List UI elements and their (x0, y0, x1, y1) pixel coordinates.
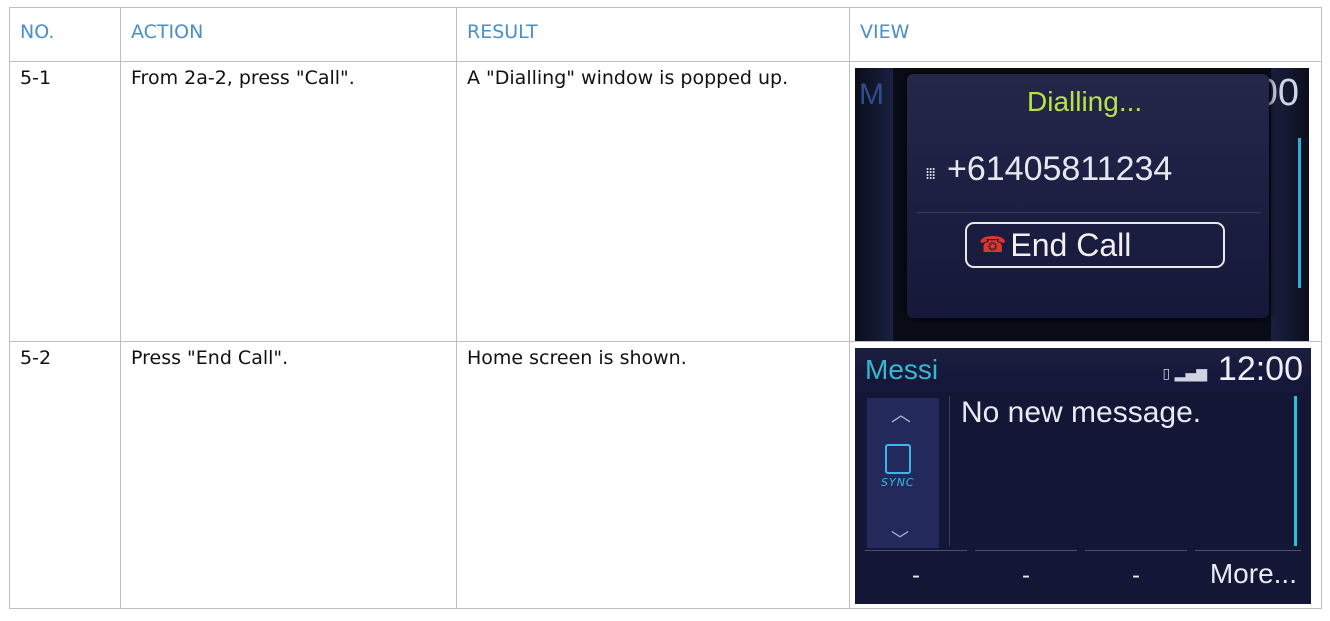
background-app-letter: M (859, 78, 884, 111)
header-action: ACTION (120, 7, 457, 62)
header-view: VIEW (849, 7, 1322, 62)
app-title: Messi (865, 354, 939, 385)
header-no: NO. (9, 7, 121, 62)
softkey-bar: - - - More... (861, 550, 1305, 596)
softkey-2[interactable]: - (975, 550, 1077, 596)
table-row: 5-1 From 2a-2, press "Call". A "Dialling… (9, 61, 1322, 342)
row-view: M 12:00 Dialling... ⁞⁞⁞ +61405811234 ☎ E… (849, 61, 1322, 342)
row-result: Home screen is shown. (456, 341, 850, 609)
end-call-label: End Call (1010, 226, 1132, 263)
scroll-indicator (1298, 138, 1301, 288)
hang-up-icon: ☎ (979, 232, 1007, 257)
dialling-popup: Dialling... ⁞⁞⁞ +61405811234 ☎ End Call (907, 74, 1269, 318)
row-result: A "Dialling" window is popped up. (456, 61, 850, 342)
phone-icon (885, 444, 911, 474)
chevron-up-icon[interactable]: ︿ (891, 398, 911, 427)
keypad-icon: ⁞⁞⁞ (925, 164, 936, 183)
header-result: RESULT (456, 7, 850, 62)
signal-icon: ▯ ▂▄▆ (1162, 366, 1207, 382)
sync-logo: SYNC (881, 476, 915, 489)
row-no: 5-1 (9, 61, 121, 342)
header-row: NO. ACTION RESULT VIEW (9, 7, 1322, 62)
scroll-indicator (1294, 396, 1297, 546)
phone-number: +61405811234 (947, 150, 1173, 188)
chevron-down-icon[interactable]: ﹀ (891, 526, 909, 552)
message-text: No new message. (961, 396, 1202, 429)
table-row: 5-2 Press "End Call". Home screen is sho… (9, 341, 1322, 609)
dialling-title: Dialling... (1027, 86, 1143, 117)
more-softkey[interactable]: More... (1195, 550, 1301, 596)
steps-table: NO. ACTION RESULT VIEW 5-1 From 2a-2, pr… (9, 7, 1322, 609)
row-no: 5-2 (9, 341, 121, 609)
clock: 12:00 (1217, 350, 1303, 388)
row-view: Messi ▯ ▂▄▆ 12:00 ︿ SYNC ﹀ No new messag… (849, 341, 1322, 609)
home-screenshot: Messi ▯ ▂▄▆ 12:00 ︿ SYNC ﹀ No new messag… (855, 348, 1311, 604)
dialling-screenshot: M 12:00 Dialling... ⁞⁞⁞ +61405811234 ☎ E… (855, 68, 1309, 341)
softkey-3[interactable]: - (1085, 550, 1187, 596)
row-action: From 2a-2, press "Call". (120, 61, 457, 342)
softkey-1[interactable]: - (865, 550, 967, 596)
row-action: Press "End Call". (120, 341, 457, 609)
end-call-button[interactable]: ☎ End Call (965, 222, 1225, 268)
divider (917, 212, 1261, 213)
